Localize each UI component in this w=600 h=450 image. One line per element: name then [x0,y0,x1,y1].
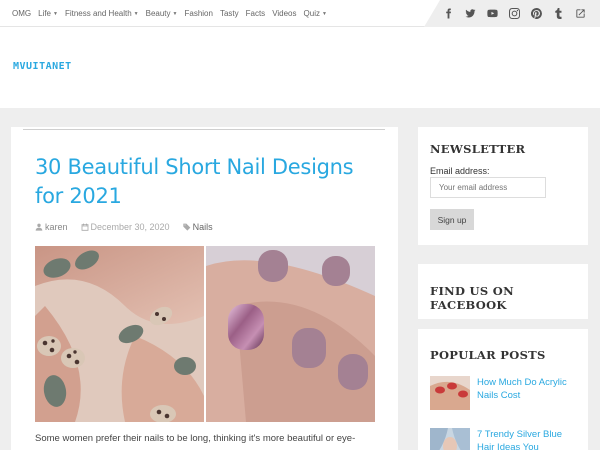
instagram-icon[interactable] [508,8,520,20]
post-featured-image[interactable] [35,246,375,422]
pinterest-icon[interactable] [530,8,542,20]
post-title[interactable]: 30 Beautiful Short Nail Designs for 2021 [35,153,385,211]
facebook-icon[interactable] [442,8,454,20]
user-icon [35,223,43,231]
post-author[interactable]: karen [35,222,68,232]
post-date: December 30, 2020 [81,222,170,232]
nav-item-fitness-and-health[interactable]: Fitness and Health ▼ [65,9,139,18]
nav-item-omg[interactable]: OMG [12,9,31,18]
main-menu: OMG Life ▼ Fitness and Health ▼ Beauty ▼ Fa… [12,0,334,27]
popular-post-link[interactable]: 7 Trendy Silver Blue Hair Ideas You [477,428,577,450]
post-category[interactable]: Nails [182,222,213,232]
list-item: 7 Trendy Silver Blue Hair Ideas You [430,428,577,450]
facebook-title: FIND US ON FACEBOOK [430,284,514,312]
popular-post-thumbnail[interactable] [430,376,470,410]
calendar-icon [81,223,88,231]
post-excerpt: Some women prefer their nails to be long… [35,433,356,444]
popular-post-thumbnail[interactable] [430,428,470,450]
top-navigation-bar: OMG Life ▼ Fitness and Health ▼ Beauty ▼ Fa… [0,0,600,27]
nav-item-tasty[interactable]: Tasty [220,9,239,18]
site-logo[interactable]: MVUITANET [13,61,72,72]
tag-icon [182,223,190,231]
email-field[interactable] [430,177,546,198]
signup-button[interactable]: Sign up [430,209,474,230]
caret-down-icon: ▼ [133,10,139,17]
nav-item-fashion[interactable]: Fashion [184,9,212,18]
newsletter-title: NEWSLETTER [430,142,526,156]
newsletter-widget: NEWSLETTER Email address: Sign up [418,127,588,245]
youtube-icon[interactable] [486,8,498,20]
post-meta: karen December 30, 2020 Nails [35,222,226,232]
nav-item-life[interactable]: Life ▼ [38,9,58,18]
list-item: How Much Do Acrylic Nails Cost [430,376,577,410]
facebook-widget: FIND US ON FACEBOOK [418,264,588,319]
tumblr-icon[interactable] [552,8,564,20]
popular-post-link[interactable]: How Much Do Acrylic Nails Cost [477,376,577,410]
twitter-icon[interactable] [464,8,476,20]
popular-posts-title: POPULAR POSTS [430,348,546,362]
social-links [424,0,600,27]
nav-item-quiz[interactable]: Quiz ▼ [304,9,327,18]
email-label: Email address: [430,166,490,176]
caret-down-icon: ▼ [53,10,58,17]
site-header: MVUITANET [0,27,600,108]
caret-down-icon: ▼ [172,10,178,17]
popular-posts-widget: POPULAR POSTS How Much Do Acrylic Nails … [418,329,588,450]
nail-photo-leopard [35,246,204,422]
nav-item-facts[interactable]: Facts [246,9,266,18]
external-link-icon[interactable] [574,8,586,20]
nail-photo-mauve [206,246,375,422]
caret-down-icon: ▼ [321,10,327,17]
nav-item-videos[interactable]: Videos [272,9,296,18]
article-card: 30 Beautiful Short Nail Designs for 2021… [11,127,398,450]
nav-item-beauty[interactable]: Beauty ▼ [146,9,178,18]
divider [23,129,385,130]
